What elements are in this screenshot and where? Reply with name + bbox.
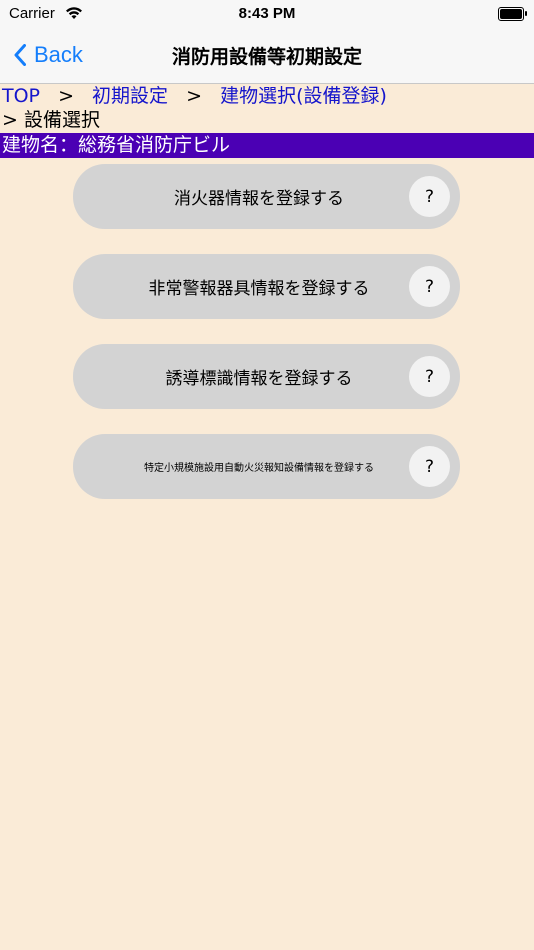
breadcrumb-separator: >	[58, 85, 74, 107]
clock-time: 8:43 PM	[238, 5, 296, 22]
breadcrumb-top-link[interactable]: TOP	[2, 85, 40, 107]
register-extinguisher-button[interactable]: 消火器情報を登録する ?	[73, 164, 460, 229]
register-guidance-sign-button[interactable]: 誘導標識情報を登録する ?	[73, 344, 460, 409]
help-icon[interactable]: ?	[409, 356, 450, 397]
navigation-bar: Back 消防用設備等初期設定	[0, 28, 534, 84]
breadcrumb-separator: >	[186, 85, 203, 107]
menu-item-label: 誘導標識情報を登録する	[165, 369, 353, 389]
building-name-bar: 建物名：総務省消防庁ビル	[0, 133, 534, 158]
register-alarm-equipment-button[interactable]: 非常警報器具情報を登録する ?	[73, 254, 460, 319]
menu-item-label: 消火器情報を登録する	[174, 189, 344, 209]
menu-item-label: 特定小規模施設用自動火災報知設備情報を登録する	[144, 463, 374, 474]
building-name-label: 建物名：総務省消防庁ビル	[2, 134, 231, 156]
menu-item-label: 非常警報器具情報を登録する	[148, 279, 370, 299]
help-icon[interactable]: ?	[409, 446, 450, 487]
status-bar: Carrier 8:43 PM	[0, 0, 534, 28]
register-fire-alarm-system-button[interactable]: 特定小規模施設用自動火災報知設備情報を登録する ?	[73, 434, 460, 499]
help-icon[interactable]: ?	[409, 176, 450, 217]
breadcrumb-current: > 設備選択	[2, 109, 100, 131]
page-title: 消防用設備等初期設定	[171, 46, 362, 68]
help-icon[interactable]: ?	[409, 266, 450, 307]
breadcrumb-building-select-link[interactable]: 建物選択(設備登録)	[220, 85, 387, 107]
breadcrumb: TOP > 初期設定 > 建物選択(設備登録)	[2, 84, 387, 108]
breadcrumb-initial-settings-link[interactable]: 初期設定	[92, 85, 168, 107]
battery-icon	[498, 7, 527, 21]
